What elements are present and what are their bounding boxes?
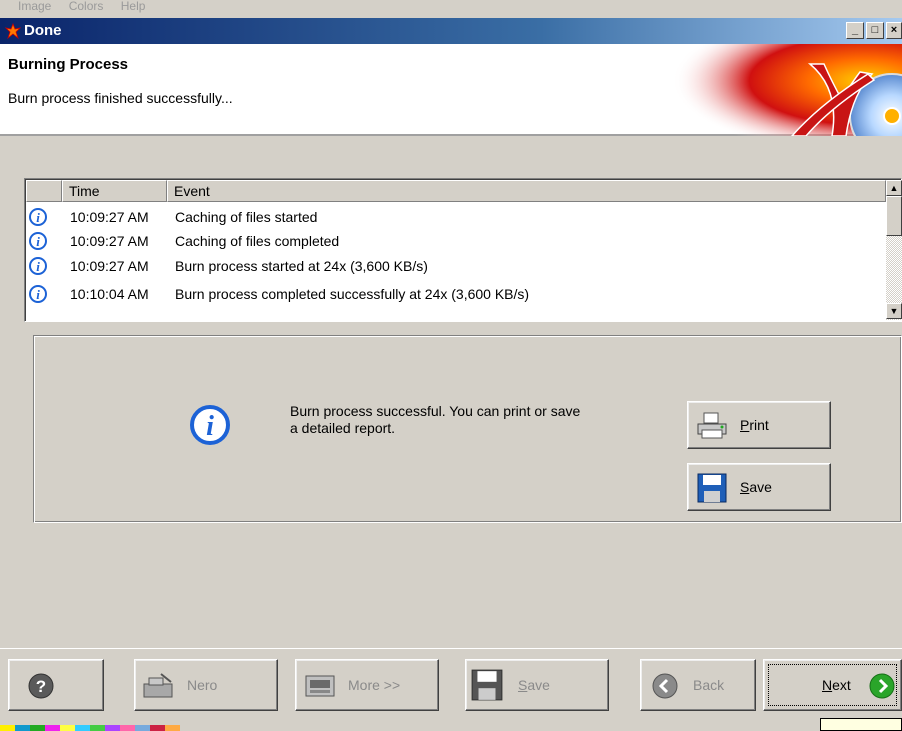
back-arrow-icon: [652, 673, 678, 699]
page-subtitle: Burn process finished successfully...: [8, 90, 233, 106]
close-button[interactable]: ×: [886, 22, 902, 39]
question-icon: ?: [28, 673, 54, 699]
background-color-palette: [0, 725, 250, 731]
list-item[interactable]: i 10:09:27 AM Caching of files started: [26, 207, 886, 227]
info-icon: i: [29, 232, 47, 250]
info-icon: i: [29, 257, 47, 275]
event-text: Burn process started at 24x (3,600 KB/s): [175, 258, 428, 274]
nero-label: Nero: [187, 677, 218, 693]
page-title: Burning Process: [8, 56, 129, 73]
more-label: More >>: [348, 677, 401, 693]
printer-icon: [697, 412, 727, 439]
event-time: 10:09:27 AM: [70, 258, 149, 274]
scroll-thumb[interactable]: [886, 196, 902, 236]
info-icon: i: [29, 208, 47, 226]
maximize-button[interactable]: □: [866, 22, 884, 39]
svg-text:?: ?: [36, 677, 46, 696]
list-item[interactable]: i 10:09:27 AM Burn process started at 24…: [26, 256, 886, 276]
list-item[interactable]: i 10:10:04 AM Burn process completed suc…: [26, 284, 886, 304]
help-button[interactable]: ?: [8, 659, 104, 711]
info-icon: i: [190, 405, 230, 445]
save-label: Save: [518, 677, 550, 693]
report-message: Burn process successful. You can print o…: [290, 403, 581, 436]
next-arrow-icon: [869, 673, 895, 699]
back-button[interactable]: Back: [640, 659, 756, 711]
more-button[interactable]: More >>: [295, 659, 439, 711]
drive-icon: [305, 675, 335, 697]
print-label: Print: [740, 417, 769, 433]
event-time: 10:10:04 AM: [70, 286, 149, 302]
background-app-menu: Image Colors Help: [0, 0, 902, 14]
nero-flame-icon: [5, 23, 21, 39]
next-button[interactable]: Next: [763, 659, 902, 711]
window-titlebar[interactable]: Done: [0, 18, 902, 44]
event-time: 10:09:27 AM: [70, 233, 149, 249]
window-title: Done: [24, 22, 62, 39]
svg-text:i: i: [36, 234, 40, 249]
floppy-disk-icon: [697, 473, 727, 503]
floppy-disk-icon: [471, 669, 503, 701]
list-item[interactable]: i 10:09:27 AM Caching of files completed: [26, 231, 886, 251]
event-text: Caching of files completed: [175, 233, 340, 249]
scroll-up-button[interactable]: ▲: [886, 180, 902, 196]
footer-divider: [0, 648, 902, 649]
minimize-button[interactable]: _: [846, 22, 864, 39]
event-time: 10:09:27 AM: [70, 209, 149, 225]
background-menu-item: Help: [120, 0, 146, 13]
info-icon: i: [29, 285, 47, 303]
column-header-icon[interactable]: [26, 180, 62, 202]
next-label: Next: [822, 677, 851, 693]
event-text: Caching of files started: [175, 209, 318, 225]
column-header-event[interactable]: Event: [167, 180, 886, 202]
print-button[interactable]: Print: [687, 401, 831, 449]
tooltip: [820, 718, 902, 731]
svg-text:i: i: [206, 411, 214, 442]
save-report-label: Save: [740, 479, 772, 495]
back-label: Back: [693, 677, 725, 693]
background-menu-item: Image: [18, 0, 52, 13]
background-menu-item: Colors: [68, 0, 104, 13]
nero-button[interactable]: Nero: [134, 659, 278, 711]
save-report-button[interactable]: Save: [687, 463, 831, 511]
svg-text:i: i: [36, 287, 40, 302]
column-header-time[interactable]: Time: [62, 180, 167, 202]
save-button[interactable]: Save: [465, 659, 609, 711]
svg-text:i: i: [36, 259, 40, 274]
nero-logo-banner: [660, 44, 902, 136]
event-text: Burn process completed successfully at 2…: [175, 286, 530, 302]
nero-icon: [143, 673, 173, 698]
svg-text:i: i: [36, 210, 40, 225]
scroll-down-button[interactable]: ▼: [886, 303, 902, 319]
